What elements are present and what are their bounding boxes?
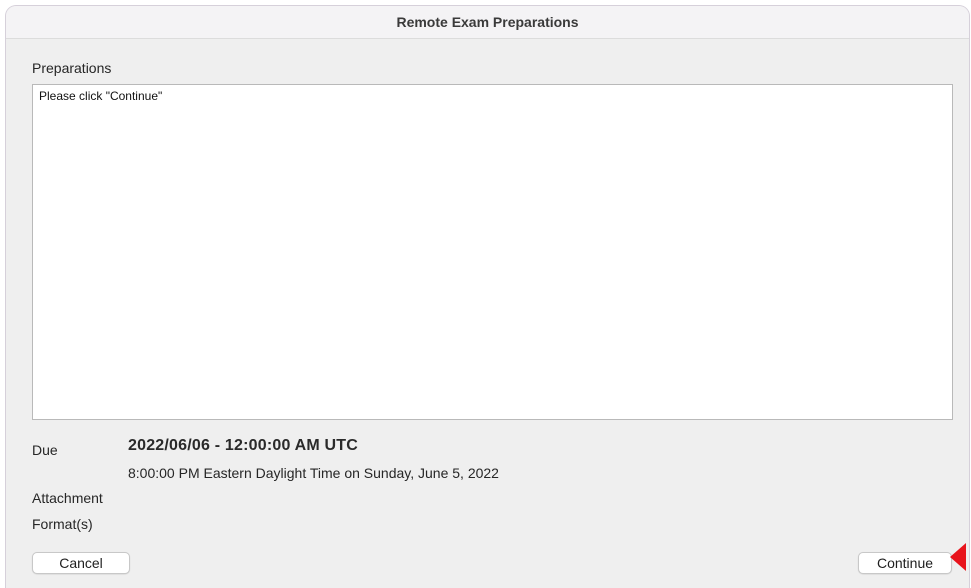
- due-datetime-utc: 2022/06/06 - 12:00:00 AM UTC: [128, 437, 359, 454]
- preparations-text: Please click "Continue": [39, 89, 163, 103]
- continue-button[interactable]: Continue: [858, 552, 952, 574]
- formats-label: Format(s): [32, 516, 93, 532]
- dialog-window: Remote Exam Preparations Preparations Pl…: [6, 6, 969, 588]
- cancel-button[interactable]: Cancel: [32, 552, 130, 574]
- red-pointer-arrow-icon: [950, 543, 966, 571]
- attachment-label: Attachment: [32, 490, 103, 506]
- due-label: Due: [32, 442, 58, 458]
- preparations-text-area[interactable]: Please click "Continue": [32, 84, 953, 420]
- preparations-label: Preparations: [32, 60, 112, 76]
- title-bar: Remote Exam Preparations: [6, 6, 969, 39]
- window-title: Remote Exam Preparations: [396, 14, 579, 30]
- due-local-time: 8:00:00 PM Eastern Daylight Time on Sund…: [128, 465, 499, 481]
